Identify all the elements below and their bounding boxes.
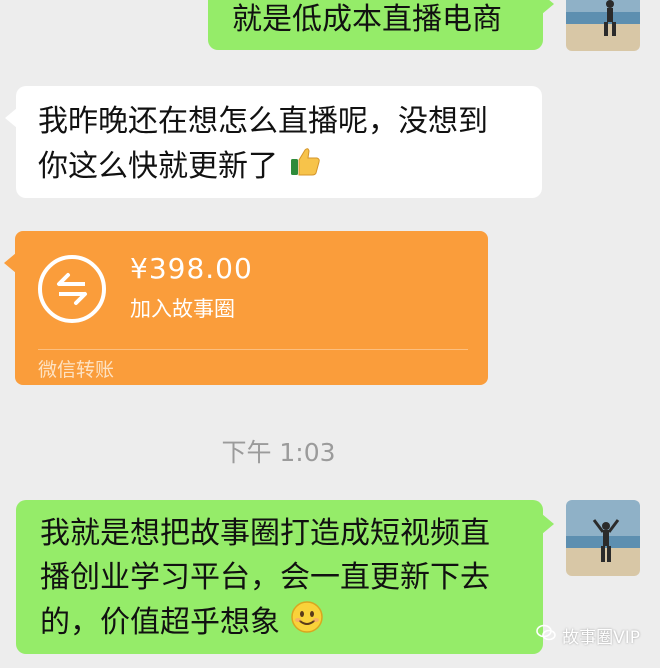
message-text-line: 我昨晚还在想怎么直播呢，没想到 [38,104,488,139]
message-text-line: 我就是想把故事圈打造成短视频直 [40,516,490,551]
message-text-line: 的，价值超乎想象 [40,605,280,640]
message-bubble-sent[interactable]: 我就是想把故事圈打造成短视频直 播创业学习平台，会一直更新下去 的，价值超乎想象 [16,500,554,654]
smile-emoji [290,600,324,647]
avatar-self[interactable] [566,500,640,576]
message-bubble-received[interactable]: 我昨晚还在想怎么直播呢，没想到 你这么快就更新了 [5,86,542,198]
transfer-divider [38,349,468,350]
wechat-channel-icon [536,624,556,647]
transfer-footer-label: 微信转账 [38,359,115,381]
thumbs-up-emoji [288,144,322,191]
transfer-amount: ¥398.00 [130,252,253,285]
message-timestamp: 下午 1:03 [221,438,336,467]
message-text-line: 播创业学习平台，会一直更新下去 [40,560,490,595]
transfer-arrows-icon [38,255,106,323]
watermark: 故事圈VIP [536,623,640,648]
transfer-note: 加入故事圈 [130,297,235,321]
avatar-self[interactable] [566,0,640,51]
message-bubble-sent[interactable]: 就是低成本直播电商 [208,0,554,50]
transfer-card[interactable]: ¥398.00 加入故事圈 微信转账 [4,231,488,385]
message-text-line: 你这么快就更新了 [38,149,278,184]
message-text: 就是低成本直播电商 [232,2,502,37]
watermark-text: 故事圈VIP [562,628,640,648]
